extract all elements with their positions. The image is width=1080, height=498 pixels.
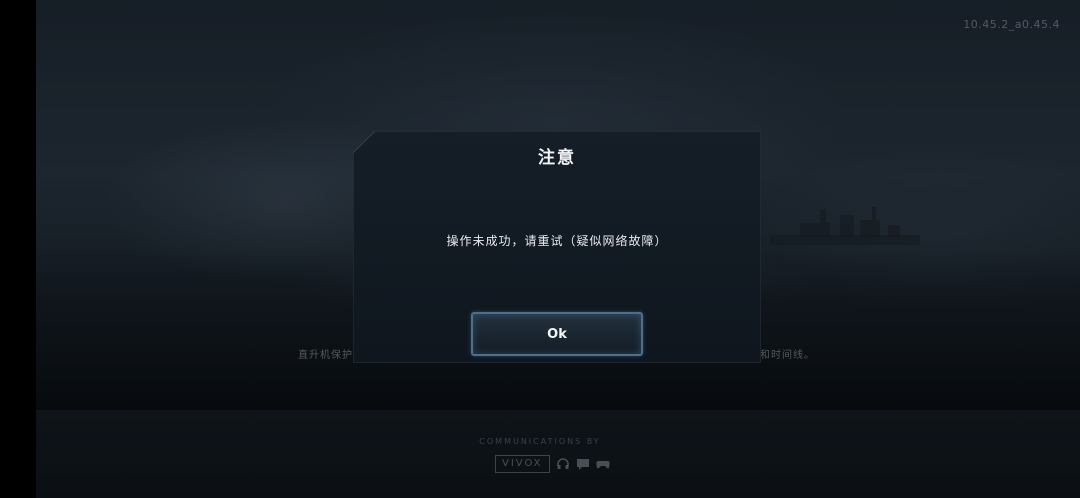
game-screen: 10.45.2_a0.45.4 直升机保护 和时间线。 COMMUNICATIO…: [0, 0, 1080, 498]
ok-button[interactable]: Ok: [471, 312, 643, 356]
error-dialog: 注意 操作未成功，请重试（疑似网络故障） Ok: [353, 131, 761, 363]
dialog-title: 注意: [538, 148, 576, 168]
dialog-message: 操作未成功，请重试（疑似网络故障）: [446, 234, 668, 248]
